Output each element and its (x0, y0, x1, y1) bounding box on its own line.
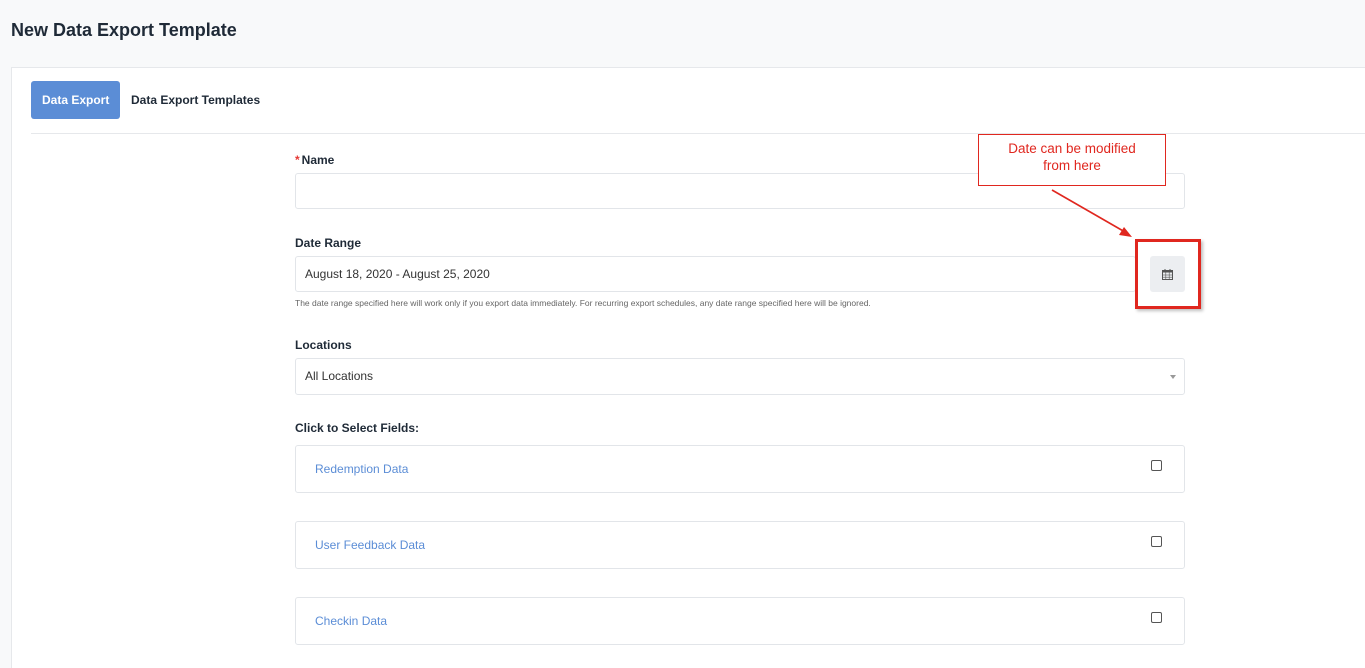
annotation-highlight-box (1135, 239, 1201, 309)
annotation-arrow (1051, 189, 1132, 237)
